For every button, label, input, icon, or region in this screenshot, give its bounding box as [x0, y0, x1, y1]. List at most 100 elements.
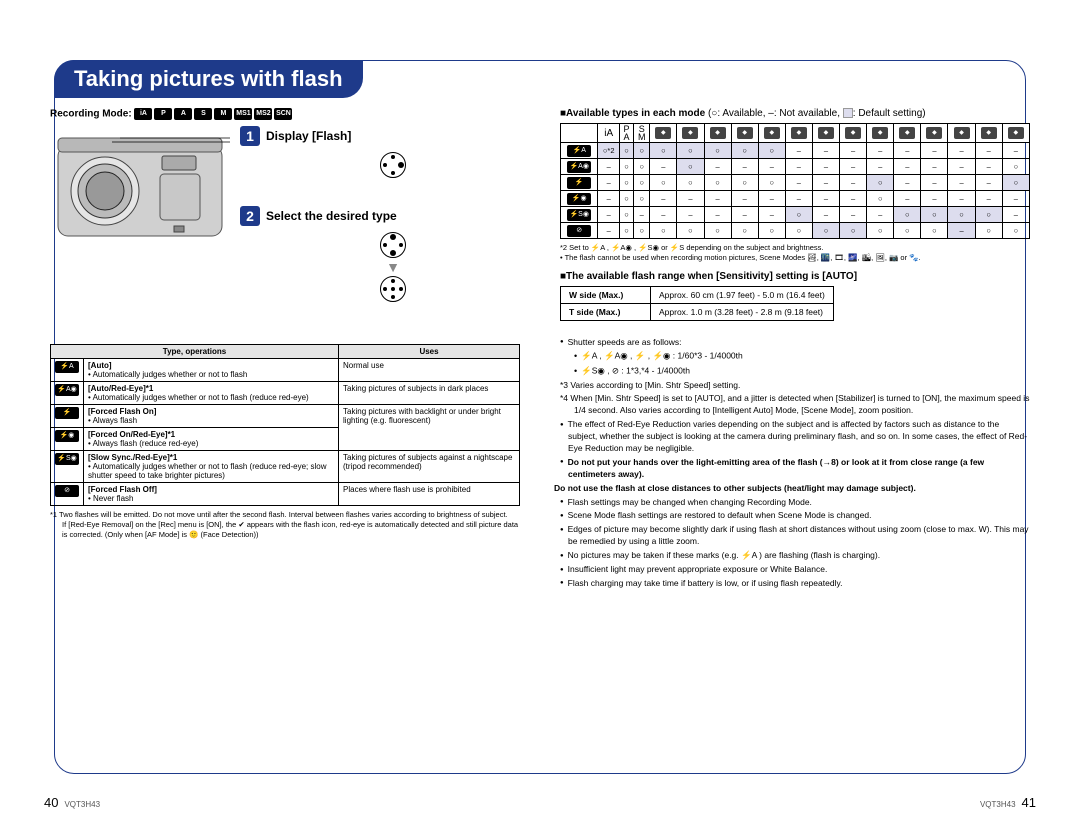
mode-cell: ○ — [677, 159, 704, 175]
mode-cell: – — [867, 143, 894, 159]
page-number-right: VQT3H43 41 — [980, 795, 1036, 810]
table-row: ⚡S◉[Slow Sync./Red-Eye]*1• Automatically… — [51, 451, 520, 483]
note-redeye: The effect of Red-Eye Reduction varies d… — [560, 419, 1030, 455]
ops-use-cell: Normal use — [339, 359, 520, 382]
mode-cell: ○ — [894, 207, 921, 223]
table-row: ⚡–○○○○○○○–––○––––○ — [561, 175, 1030, 191]
step-2-title: Select the desired type — [266, 206, 397, 226]
mode-cell: ○ — [1002, 223, 1029, 239]
table-row: ⚡S◉–○––––––○–––○○○○– — [561, 207, 1030, 223]
mode-cell: ○ — [619, 175, 633, 191]
mode-cell: ○ — [704, 175, 731, 191]
mode-cell: – — [598, 223, 619, 239]
range-header: ■The available flash range when [Sensiti… — [560, 271, 1030, 282]
table-row: ⚡◉–○○––––––––○––––– — [561, 191, 1030, 207]
mode-cell: – — [758, 191, 785, 207]
range-value: Approx. 60 cm (1.97 feet) - 5.0 m (16.4 … — [651, 286, 834, 303]
flash-icon: ⚡A — [55, 361, 79, 373]
mode-cell: ○ — [634, 159, 650, 175]
flash-icon: ⚡ — [567, 177, 591, 189]
bullet-notes: Shutter speeds are as follows: ⚡A , ⚡A◉ … — [560, 337, 1030, 590]
mode-cell: ○ — [840, 223, 867, 239]
flash-icon: ⚡A — [567, 145, 591, 157]
page-title: Taking pictures with flash — [54, 60, 363, 98]
mode-cell: – — [921, 191, 948, 207]
table-row: ⚡A○*2○○○○○○○––––––––– — [561, 143, 1030, 159]
step-1-number: 1 — [240, 126, 260, 146]
recording-mode-line: Recording Mode: iAPASMMS1MS2SCN — [50, 108, 520, 120]
camera-and-steps: 1 Display [Flash] 2 Select the desired t… — [50, 126, 520, 330]
mode-cell: ○ — [867, 223, 894, 239]
mode-cell: ○ — [634, 223, 650, 239]
mode-cell: – — [598, 191, 619, 207]
mode-cell: – — [704, 191, 731, 207]
mode-cell: – — [1002, 143, 1029, 159]
mode-cell: – — [867, 207, 894, 223]
mode-cell: ○ — [975, 223, 1002, 239]
mode-col-header: ◆ — [948, 124, 975, 143]
mode-cell: ○ — [650, 175, 677, 191]
mode-cell: ○ — [731, 175, 758, 191]
ops-use-cell: Taking pictures of subjects in dark plac… — [339, 382, 520, 405]
note-n8: Insufficient light may prevent appropria… — [560, 564, 1030, 576]
mode-col-header: ◆ — [731, 124, 758, 143]
note-n7: No pictures may be taken if these marks … — [560, 550, 1030, 562]
dpad-icons: ▼ — [266, 230, 520, 304]
mode-cell: – — [785, 143, 812, 159]
mode-cell: – — [1002, 191, 1029, 207]
mode-cell: – — [840, 159, 867, 175]
mode-cell: – — [812, 207, 839, 223]
mode-cell: – — [921, 159, 948, 175]
mode-cell: – — [704, 159, 731, 175]
mode-cell: – — [975, 175, 1002, 191]
mode-cell: ○ — [619, 207, 633, 223]
table-row: ⚡[Forced Flash On]• Always flashTaking p… — [51, 405, 520, 428]
mode-cell: – — [975, 159, 1002, 175]
mode-col-header: SM — [634, 124, 650, 143]
dpad-icon — [266, 150, 520, 180]
mode-col-header: PA — [619, 124, 633, 143]
flash-icon: ⚡S◉ — [55, 453, 79, 465]
mode-cell: ○ — [677, 143, 704, 159]
mode-cell: ○ — [650, 143, 677, 159]
mode-col-header: ◆ — [812, 124, 839, 143]
mode-icon-MS1: MS1 — [234, 108, 252, 120]
mode-cell: ○ — [634, 175, 650, 191]
ops-header-uses: Uses — [339, 345, 520, 359]
mode-cell: – — [840, 143, 867, 159]
avail-note-1: *2 Set to ⚡A , ⚡A◉ , ⚡S◉ or ⚡S depending… — [560, 243, 1030, 253]
mode-cell: – — [598, 175, 619, 191]
mode-cell: ○ — [867, 175, 894, 191]
step-1-title: Display [Flash] — [266, 126, 351, 146]
mode-cell: – — [948, 223, 975, 239]
mode-cell: – — [758, 207, 785, 223]
page-right-num: 41 — [1022, 795, 1036, 810]
flash-icon: ⚡ — [55, 407, 79, 419]
available-header: ■Available types in each mode (○: Availa… — [560, 108, 1030, 119]
ops-type-cell: [Forced Flash Off]• Never flash — [84, 483, 339, 506]
mode-cell: ○ — [677, 223, 704, 239]
mode-col-header: ◆ — [1002, 124, 1029, 143]
avail-notes: *2 Set to ⚡A , ⚡A◉ , ⚡S◉ or ⚡S depending… — [560, 243, 1030, 263]
mode-cell: ○ — [1002, 159, 1029, 175]
legend-default-text: : Default setting) — [853, 108, 926, 119]
mode-cell: – — [840, 207, 867, 223]
table-row: ⚡A [Auto]• Automatically judges whether o… — [51, 359, 520, 382]
mode-cell: – — [785, 175, 812, 191]
mode-cell: ○ — [921, 207, 948, 223]
mode-cell: – — [921, 143, 948, 159]
range-label: T side (Max.) — [561, 303, 651, 320]
mode-cell: ○ — [619, 191, 633, 207]
ops-type-cell: [Auto]• Automatically judges whether or … — [84, 359, 339, 382]
mode-cell: – — [948, 175, 975, 191]
mode-icon-P: P — [154, 108, 172, 120]
mode-cell: ○ — [1002, 175, 1029, 191]
ops-type-cell: [Forced On/Red-Eye]*1• Always flash (red… — [84, 428, 339, 451]
mode-cell: – — [812, 143, 839, 159]
range-table: W side (Max.)Approx. 60 cm (1.97 feet) -… — [560, 286, 834, 321]
mode-cell: ○ — [975, 207, 1002, 223]
ops-type-cell: [Auto/Red-Eye]*1• Automatically judges w… — [84, 382, 339, 405]
mode-col-header: ◆ — [785, 124, 812, 143]
mode-cell: – — [921, 175, 948, 191]
recording-mode-icons: iAPASMMS1MS2SCN — [134, 108, 292, 120]
